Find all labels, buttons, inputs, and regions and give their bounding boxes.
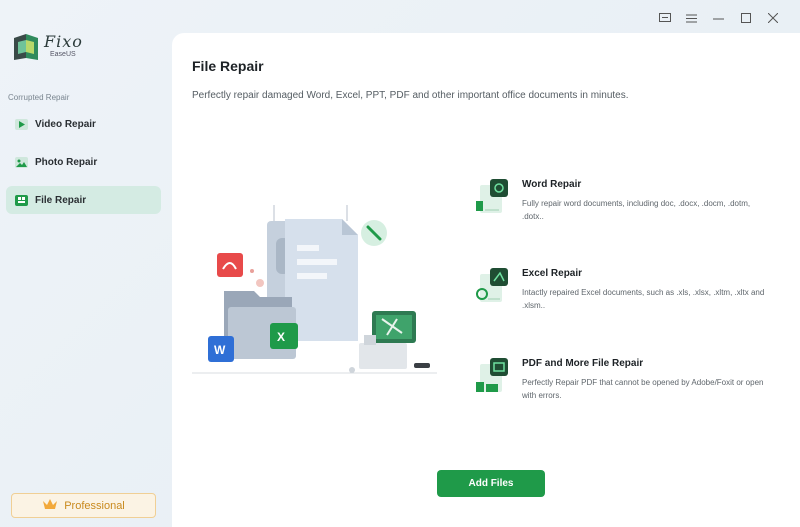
sidebar-item-photo-repair[interactable]: Photo Repair: [6, 148, 161, 176]
page-title: File Repair: [192, 58, 264, 74]
page-subtitle: Perfectly repair damaged Word, Excel, PP…: [192, 90, 629, 101]
professional-label: Professional: [64, 499, 125, 512]
feature-excel-repair: Excel Repair Intactly repaired Excel doc…: [476, 268, 776, 328]
feature-word-repair: Word Repair Fully repair word documents,…: [476, 179, 776, 239]
svg-text:X: X: [277, 330, 285, 344]
video-icon: [15, 118, 28, 130]
sidebar-item-label: File Repair: [35, 194, 87, 206]
svg-text:W: W: [214, 343, 226, 357]
menu-icon[interactable]: [678, 9, 705, 27]
crown-icon: [42, 498, 58, 513]
add-files-button[interactable]: Add Files: [437, 470, 545, 497]
feature-title: Excel Repair: [522, 268, 583, 279]
photo-icon: [15, 156, 28, 168]
file-icon: [15, 194, 28, 206]
sidebar-item-video-repair[interactable]: Video Repair: [6, 110, 161, 138]
minimize-icon[interactable]: [705, 9, 732, 27]
logo-sub: EaseUS: [50, 51, 76, 58]
maximize-icon[interactable]: [732, 9, 759, 27]
sidebar-item-file-repair[interactable]: File Repair: [6, 186, 161, 214]
section-label: Corrupted Repair: [8, 93, 70, 102]
sidebar-item-label: Photo Repair: [35, 156, 98, 168]
feature-desc: Perfectly Repair PDF that cannot be open…: [522, 378, 764, 400]
window-controls: [651, 9, 786, 27]
file-repair-illustration: W X: [192, 183, 442, 383]
professional-button[interactable]: Professional: [11, 493, 156, 518]
sidebar-item-label: Video Repair: [35, 118, 96, 130]
pdf-doc-icon: [476, 358, 510, 396]
fixo-logo-icon: [12, 32, 40, 62]
feature-desc: Fully repair word documents, including d…: [522, 199, 751, 221]
excel-doc-icon: [476, 268, 510, 306]
logo-name: Fixo: [44, 32, 83, 51]
main-panel: File Repair Perfectly repair damaged Wor…: [172, 33, 800, 527]
word-doc-icon: [476, 179, 510, 217]
feature-title: PDF and More File Repair: [522, 358, 644, 369]
close-icon[interactable]: [759, 9, 786, 27]
feature-desc: Intactly repaired Excel documents, such …: [522, 288, 765, 310]
sidebar: Fixo EaseUS Corrupted Repair Video Repai…: [0, 0, 172, 527]
feature-title: Word Repair: [522, 179, 582, 190]
feature-pdf-repair: PDF and More File Repair Perfectly Repai…: [476, 358, 776, 418]
feedback-icon[interactable]: [651, 9, 678, 27]
app-logo: Fixo EaseUS: [12, 32, 83, 62]
